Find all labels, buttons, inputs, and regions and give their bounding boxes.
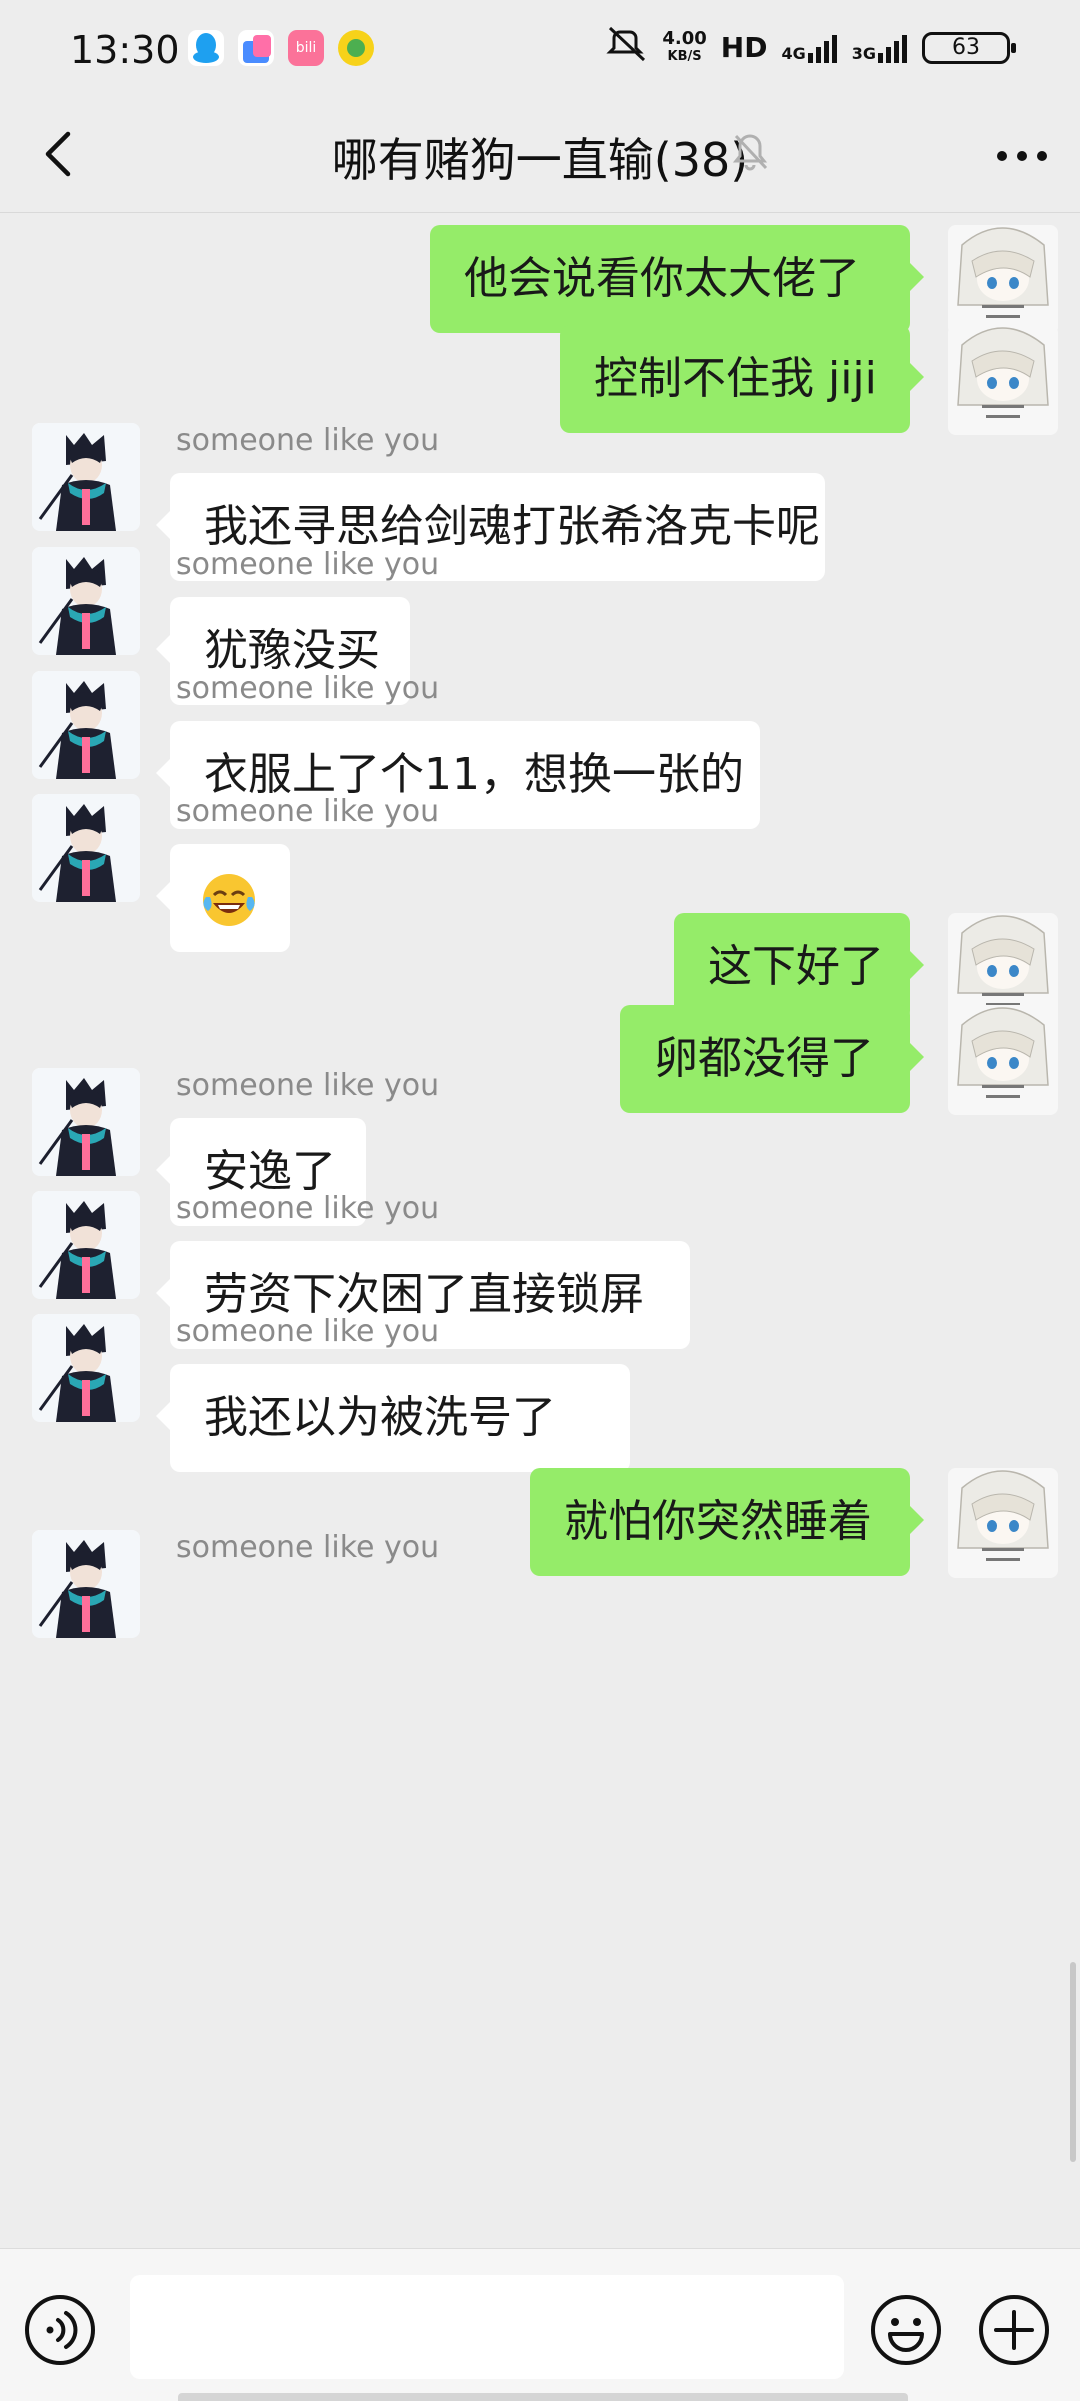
sender-name: someone like you xyxy=(176,671,440,706)
sender-avatar[interactable] xyxy=(32,1530,140,1638)
chat-header: 哪有赌狗一直输(38) xyxy=(0,104,1080,213)
message-input[interactable] xyxy=(130,2275,844,2379)
emoji-button[interactable] xyxy=(870,2294,942,2366)
signal-4g-icon: 4G xyxy=(781,33,837,63)
music-icon xyxy=(338,30,374,66)
scrollbar[interactable] xyxy=(1070,1962,1076,2162)
more-dots-icon xyxy=(997,151,1047,161)
status-indicators: 4.00 KB/S HD 4G 3G 63 xyxy=(606,26,1016,69)
plus-icon xyxy=(979,2295,1049,2365)
more-options-button[interactable] xyxy=(990,124,1054,188)
smiley-icon xyxy=(871,2295,941,2365)
status-bar: 13:30 bili 4.00 KB/S HD 4G 3G 63 xyxy=(0,0,1080,104)
sender-name: someone like you xyxy=(176,1530,440,1565)
shopping-icon xyxy=(238,30,274,66)
sender-name: someone like you xyxy=(176,1068,440,1103)
incoming-message: someone like you xyxy=(0,1450,1080,1670)
bilibili-icon: bili xyxy=(288,30,324,66)
muted-bell-icon xyxy=(728,130,772,174)
notification-icons: bili xyxy=(188,30,374,66)
input-bar xyxy=(0,2248,1080,2401)
sender-name: someone like you xyxy=(176,547,440,582)
sender-name: someone like you xyxy=(176,423,440,458)
signal-3g-icon: 3G xyxy=(852,33,908,63)
hd-indicator: HD xyxy=(720,31,768,64)
sender-name: someone like you xyxy=(176,1191,440,1226)
sender-name: someone like you xyxy=(176,1314,440,1349)
chat-title: 哪有赌狗一直输(38) xyxy=(331,133,749,187)
voice-button[interactable] xyxy=(24,2294,96,2366)
network-speed: 4.00 KB/S xyxy=(662,27,707,64)
qq-icon xyxy=(188,30,224,66)
status-time: 13:30 xyxy=(70,28,180,72)
mute-status-icon xyxy=(606,26,648,69)
battery-icon: 63 xyxy=(922,31,1016,64)
message-list[interactable]: 他会说看你太大佬了 控制不住我 jiji someone like you 我还寻思给… xyxy=(0,213,1080,2248)
voice-icon xyxy=(25,2295,95,2365)
more-functions-button[interactable] xyxy=(978,2294,1050,2366)
